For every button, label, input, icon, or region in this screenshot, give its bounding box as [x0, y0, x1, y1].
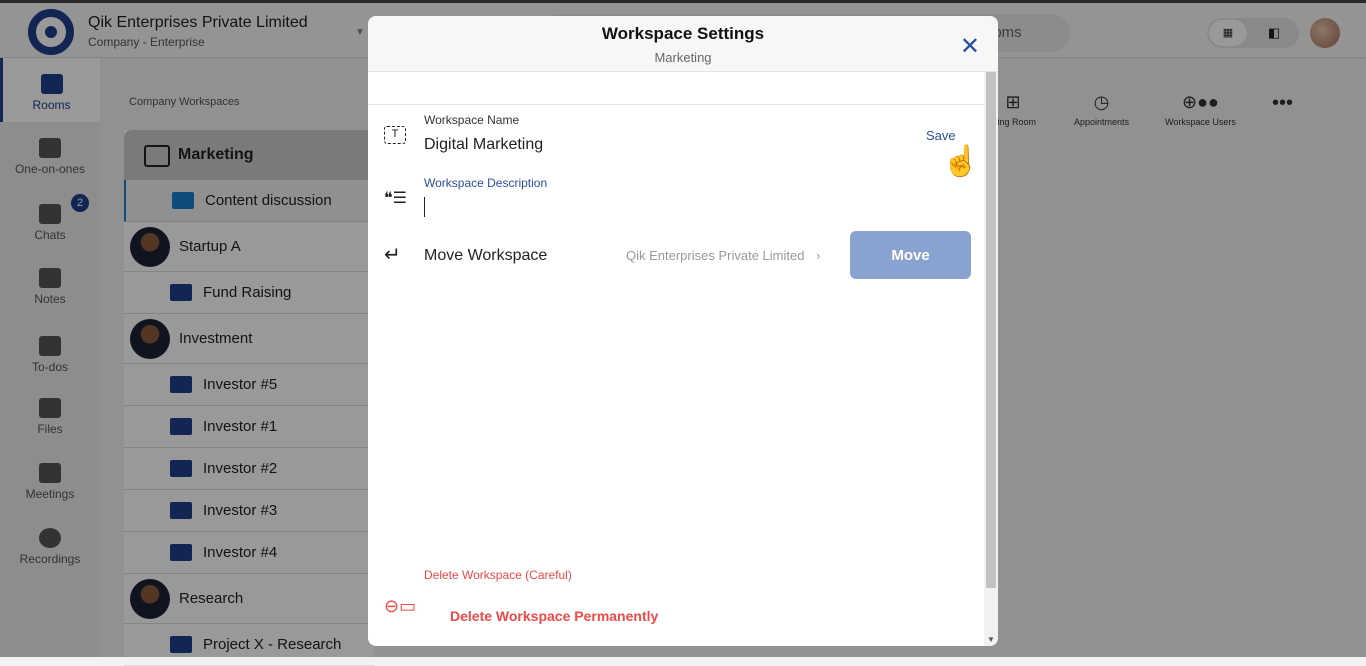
save-button[interactable]: Save	[926, 128, 956, 143]
text-field-icon: T	[384, 126, 406, 144]
workspace-settings-dialog: Workspace Settings Marketing ✕ T Workspa…	[368, 16, 998, 646]
dialog-subtitle: Marketing	[654, 50, 712, 65]
workspace-description-label: Workspace Description	[424, 176, 548, 190]
dialog-title: Workspace Settings	[601, 24, 765, 43]
delete-workspace-icon: ⊖▭	[384, 596, 417, 616]
chevron-right-icon: ›	[816, 248, 821, 263]
scrollbar-thumb[interactable]	[986, 72, 996, 588]
scroll-down-icon[interactable]: ▼	[987, 635, 995, 644]
close-icon[interactable]: ✕	[960, 32, 980, 61]
workspace-name-input[interactable]: Digital Marketing	[424, 136, 543, 154]
workspace-name-label: Workspace Name	[424, 113, 520, 127]
scrollbar[interactable]: ▼	[984, 72, 998, 646]
hand-pointer-icon: ☝	[942, 145, 980, 178]
delete-workspace-button[interactable]: Delete Workspace Permanently	[450, 608, 658, 624]
description-icon: ❝☰	[384, 190, 407, 207]
move-arrow-icon: ↵	[384, 244, 401, 266]
move-destination-select[interactable]: Qik Enterprises Private Limited ›	[626, 248, 820, 263]
move-workspace-label: Move Workspace	[424, 247, 548, 264]
workspace-description-input[interactable]	[424, 197, 924, 219]
dialog-body: T Workspace Name Digital Marketing Save …	[368, 72, 984, 646]
divider	[368, 104, 984, 105]
delete-section-label: Delete Workspace (Careful)	[424, 568, 572, 582]
move-button[interactable]: Move	[850, 231, 971, 279]
dialog-header: Workspace Settings Marketing	[368, 16, 998, 72]
text-caret	[424, 197, 425, 217]
